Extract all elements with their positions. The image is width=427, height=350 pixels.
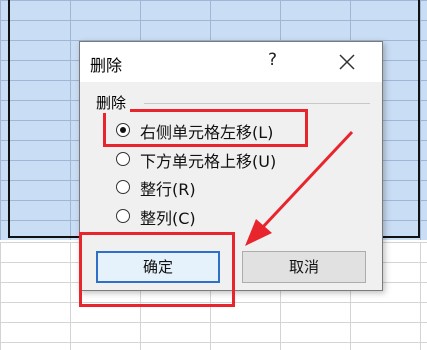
- annotation-arrow-icon: [245, 130, 354, 246]
- group-label: 删除: [96, 92, 131, 113]
